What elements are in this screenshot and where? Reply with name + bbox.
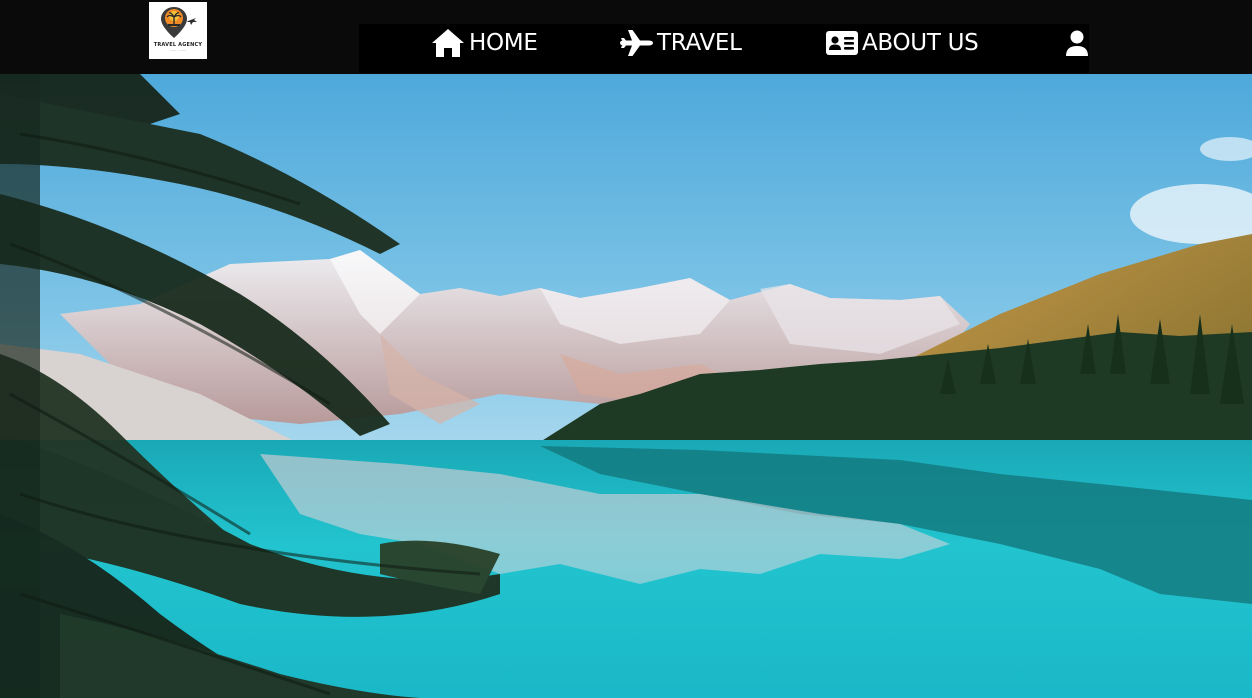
mountain-lake-landscape [0,74,1252,698]
user-account-button[interactable] [1065,24,1089,62]
top-navigation-bar: TRAVEL AGENCY —— ·· —— HOME TRAVEL ABOUT… [0,0,1252,74]
nav-about-link[interactable]: ABOUT US [825,24,979,62]
site-logo[interactable]: TRAVEL AGENCY —— ·· —— [149,2,207,59]
nav-travel-label: TRAVEL [657,30,742,56]
main-nav: HOME TRAVEL ABOUT US [359,24,1089,73]
map-pin-palm-plane-icon [161,7,197,38]
logo-tagline-decoration: —— ·· —— [170,48,186,52]
id-card-icon [826,31,858,55]
airplane-icon [620,30,653,56]
nav-home-label: HOME [469,30,538,56]
nav-about-label: ABOUT US [862,30,979,56]
hero-banner-image [0,74,1252,698]
nav-travel-link[interactable]: TRAVEL [618,24,742,62]
nav-home-link[interactable]: HOME [430,24,538,62]
home-icon [432,29,464,57]
user-icon [1066,30,1088,56]
